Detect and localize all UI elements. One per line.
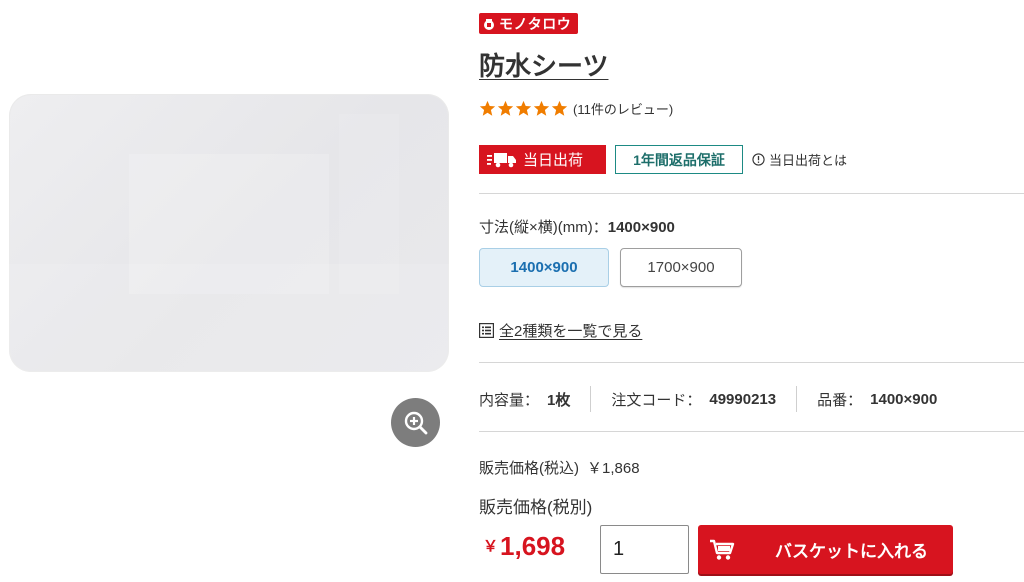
quantity-input[interactable] — [600, 525, 689, 574]
spec-content: 内容量： 1枚 — [479, 389, 570, 410]
info-link-label: 当日出荷とは — [769, 153, 848, 168]
view-all-variants-label: 全2種類を一覧で見る — [499, 323, 643, 340]
rating[interactable]: (11件のレビュー) — [479, 99, 673, 118]
star-icon — [497, 100, 514, 116]
price-tax-included: 販売価格(税込) ￥1,868 — [479, 457, 640, 478]
spec-order-code: 注文コード： 49990213 — [611, 389, 776, 410]
spec-separator — [796, 386, 798, 412]
price-tax-excluded: ￥1,698 — [483, 531, 565, 562]
spec-row: 内容量： 1枚 注文コード： 49990213 品番： 1400×900 — [479, 386, 937, 412]
add-to-basket-label: バスケットに入れる — [775, 542, 928, 561]
size-label-text: 寸法(縦×横)(mm)： — [479, 219, 608, 236]
size-option-1700x900[interactable]: 1700×900 — [620, 248, 742, 287]
cart-icon — [710, 539, 735, 560]
zoom-in-icon — [404, 411, 427, 434]
star-icon — [551, 100, 568, 116]
spec-part-number: 品番： 1400×900 — [817, 389, 937, 410]
product-title[interactable]: 防水シーツ — [479, 46, 608, 83]
truck-icon — [487, 152, 516, 167]
brand-logo-text: モノタロウ — [499, 15, 572, 32]
badges: 当日出荷 1年間返品保証 当日出荷とは — [479, 145, 847, 174]
image-highlight — [339, 114, 399, 294]
size-options: 1400×900 1700×900 — [479, 248, 742, 287]
price-amount: 1,698 — [500, 531, 566, 561]
divider — [479, 193, 1024, 194]
spec-value: 49990213 — [709, 390, 777, 408]
spec-separator — [590, 386, 592, 412]
price-tax-excluded-label: 販売価格(税別) — [479, 498, 593, 517]
brand-logo[interactable]: モノタロウ — [479, 13, 578, 34]
divider — [479, 362, 1024, 363]
size-label: 寸法(縦×横)(mm)：1400×900 — [479, 216, 675, 237]
add-to-basket-button[interactable]: バスケットに入れる — [698, 525, 953, 574]
star-icon — [533, 100, 550, 116]
same-day-info-link[interactable]: 当日出荷とは — [752, 150, 847, 169]
monotaro-logo-icon — [484, 18, 494, 30]
review-count-link[interactable]: (11件のレビュー) — [573, 99, 673, 118]
divider — [479, 431, 1024, 432]
info-icon — [752, 153, 765, 166]
spec-value: 1枚 — [547, 391, 571, 409]
spec-label: 注文コード： — [611, 391, 702, 409]
list-icon — [479, 323, 494, 338]
spec-label: 品番： — [817, 391, 863, 409]
size-option-1400x900[interactable]: 1400×900 — [479, 248, 609, 287]
spec-value: 1400×900 — [870, 390, 938, 408]
view-all-variants-link[interactable]: 全2種類を一覧で見る — [479, 320, 642, 341]
spec-label: 内容量： — [479, 391, 540, 409]
same-day-label: 当日出荷 — [523, 152, 584, 169]
star-rating — [479, 100, 568, 117]
return-guarantee-badge: 1年間返品保証 — [615, 145, 743, 174]
zoom-button[interactable] — [391, 398, 440, 447]
price-tax-included-value: ￥1,868 — [587, 460, 640, 477]
currency-symbol: ￥ — [483, 538, 499, 555]
product-image[interactable] — [9, 94, 449, 372]
star-icon — [515, 100, 532, 116]
star-icon — [479, 100, 496, 116]
price-tax-included-label: 販売価格(税込) — [479, 460, 579, 477]
size-selected-value: 1400×900 — [607, 219, 675, 236]
same-day-shipping-badge: 当日出荷 — [479, 145, 606, 174]
